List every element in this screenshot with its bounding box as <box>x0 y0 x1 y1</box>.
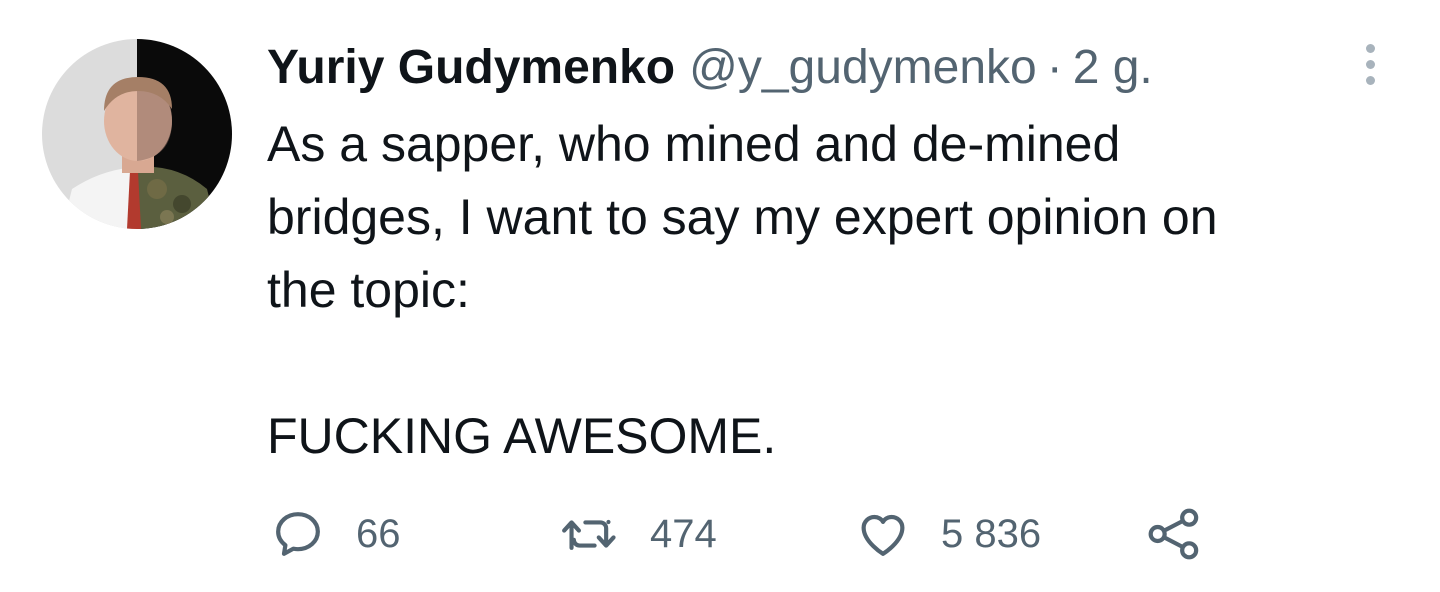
tweet-text-line: As a sapper, who mined and de-mined <box>267 116 1121 172</box>
reply-button[interactable]: 66 <box>270 504 401 564</box>
more-vertical-icon-dot <box>1365 59 1375 69</box>
tweet: Yuriy Gudymenko @y_gudymenko · 2 g. As a… <box>0 0 1440 592</box>
tweet-text-line: bridges, I want to say my expert opinion… <box>267 189 1218 245</box>
reply-count: 66 <box>356 511 401 556</box>
like-count: 5 836 <box>941 511 1042 556</box>
more-options-button[interactable] <box>1350 36 1390 92</box>
heart-icon <box>861 514 905 556</box>
avatar-image <box>42 39 232 229</box>
author-name[interactable]: Yuriy Gudymenko <box>267 40 675 95</box>
avatar[interactable] <box>42 39 232 229</box>
retweet-count: 474 <box>650 511 717 556</box>
separator-dot: · <box>1046 41 1063 94</box>
tweet-text: As a sapper, who mined and de-mined brid… <box>267 108 1387 473</box>
share-icon <box>1148 508 1199 560</box>
tweet-text-line: the topic: <box>267 262 470 318</box>
like-button[interactable]: 5 836 <box>855 504 1041 564</box>
more-vertical-icon-dot <box>1365 75 1375 85</box>
tweet-header: Yuriy Gudymenko @y_gudymenko · 2 g. <box>267 40 1153 100</box>
retweet-icon <box>562 519 616 550</box>
tweet-actions: 66 474 5 836 <box>270 504 1230 564</box>
more-vertical-icon <box>1365 43 1375 53</box>
author-handle[interactable]: @y_gudymenko <box>689 40 1037 95</box>
tweet-time[interactable]: 2 g. <box>1073 40 1153 95</box>
tweet-text-line: FUCKING AWESOME. <box>267 408 777 464</box>
retweet-button[interactable]: 474 <box>560 504 717 564</box>
share-button[interactable] <box>1145 504 1203 564</box>
reply-icon <box>276 512 320 556</box>
